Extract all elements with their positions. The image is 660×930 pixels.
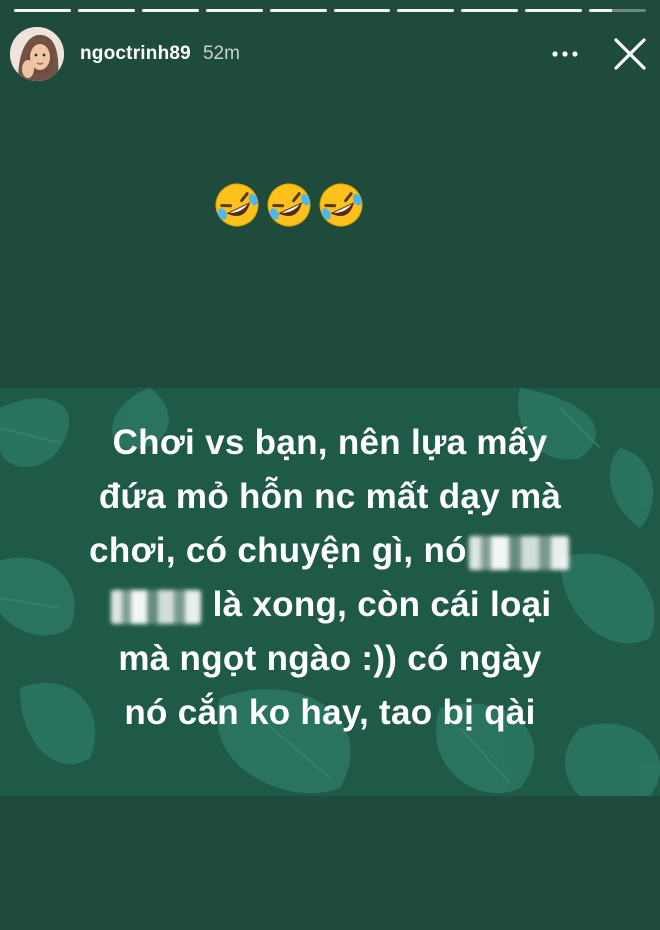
progress-segment (461, 9, 519, 12)
post-line: mà ngọt ngào :)) có ngày (118, 639, 542, 678)
story-viewer[interactable]: ngoctrinh89 52m Chơi vs bạn, nên lựa mấy… (0, 0, 660, 930)
post-line: Chơi vs bạn, nên lựa mấy (112, 423, 548, 462)
rolling-on-floor-laughing-emoji (319, 183, 363, 227)
censored-blur (110, 589, 201, 624)
post-line: chơi, có chuyện gì, nó (40, 524, 620, 578)
timestamp: 52m (202, 43, 240, 64)
more-options-icon[interactable] (550, 42, 580, 66)
story-header: ngoctrinh89 52m (10, 24, 650, 84)
post-line: là xong, còn cái loại (40, 578, 620, 632)
post-text: Chơi vs bạn, nên lựa mấy đứa mỏ hỗn nc m… (40, 416, 620, 740)
progress-segment (525, 9, 583, 12)
progress-segment (77, 9, 135, 12)
rolling-on-floor-laughing-emoji (267, 183, 311, 227)
post-line-part: là xong, còn cái loại (212, 585, 552, 624)
username[interactable]: ngoctrinh89 (80, 43, 191, 65)
censored-blur (468, 535, 569, 570)
emoji-sticker[interactable] (212, 180, 372, 230)
progress-segment (141, 9, 199, 12)
progress-segment (333, 9, 391, 12)
progress-segment (14, 9, 71, 12)
close-icon[interactable] (610, 34, 650, 74)
story-progress-bar (14, 9, 647, 13)
post-line-part: chơi, có chuyện gì, nó (89, 531, 467, 570)
avatar[interactable] (10, 27, 64, 81)
shared-post-image: Chơi vs bạn, nên lựa mấy đứa mỏ hỗn nc m… (0, 388, 660, 796)
progress-segment (589, 9, 647, 12)
progress-segment (269, 9, 327, 12)
post-line: nó cắn ko hay, tao bị qài (124, 693, 536, 732)
post-line: đứa mỏ hỗn nc mất dạy mà (98, 477, 562, 516)
rolling-on-floor-laughing-emoji (215, 183, 259, 227)
progress-segment (397, 9, 455, 12)
progress-segment (205, 9, 263, 12)
